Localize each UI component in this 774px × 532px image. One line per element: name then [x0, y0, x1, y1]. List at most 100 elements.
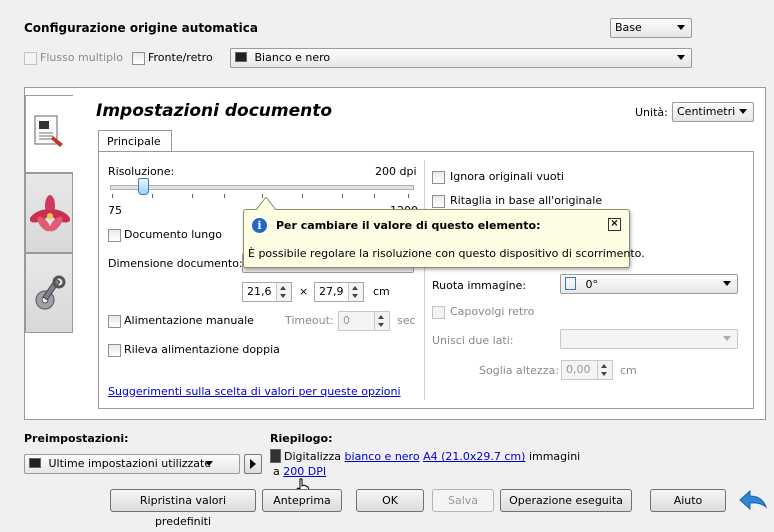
slider-thumb[interactable] [138, 178, 150, 195]
times-sign: × [299, 285, 309, 298]
slider-tick [152, 194, 153, 198]
ignora-vuoti-label: Ignora originali vuoti [450, 170, 564, 183]
document-settings-icon [34, 115, 63, 147]
height-spinner[interactable]: 27,9 [314, 282, 364, 302]
unit-label: Unità: [635, 106, 668, 119]
ok-button[interactable]: OK [356, 489, 424, 512]
capovolgi-label: Capovolgi retro [450, 305, 535, 318]
tab-principale[interactable]: Principale [98, 130, 172, 152]
summary-line1: Digitalizza bianco e nero A4 (21.0x29.7 … [284, 450, 580, 463]
anteprima-button[interactable]: Anteprima [262, 489, 342, 512]
info-icon: i [252, 218, 267, 233]
ruota-value: 0° [585, 278, 599, 291]
chevron-down-icon [205, 461, 213, 466]
rotate-icon [565, 277, 576, 290]
back-arrow-icon[interactable] [738, 489, 768, 513]
tooltip-body: È possibile regolare la risoluzione con … [248, 247, 645, 260]
color-mode-value: Bianco e nero [254, 51, 331, 64]
slider-track [110, 185, 414, 190]
slider-tick [342, 194, 343, 198]
salva-button[interactable]: Salva [432, 489, 494, 512]
capovolgi-checkbox[interactable] [432, 306, 445, 319]
summary-color-link[interactable]: bianco e nero [345, 450, 420, 463]
tab-tools[interactable] [25, 253, 73, 333]
profile-select[interactable]: Base [610, 18, 692, 38]
height-value: 27,9 [319, 285, 344, 298]
spin-arrows-icon[interactable] [597, 361, 612, 379]
timeout-unit: sec [397, 314, 416, 327]
soglia-unit: cm [620, 364, 637, 377]
width-value: 21,6 [247, 285, 272, 298]
profile-select-value: Base [615, 21, 642, 34]
ignora-vuoti-checkbox[interactable] [432, 171, 445, 184]
tab-principale-label: Principale [107, 135, 161, 148]
play-icon [250, 459, 256, 469]
summary-size-link[interactable]: A4 (21.0x29.7 cm) [423, 450, 525, 463]
spin-arrows-icon[interactable] [276, 283, 291, 301]
unit-select[interactable]: Centimetri [672, 102, 754, 122]
ritaglia-label: Ritaglia in base all'originale [450, 194, 603, 207]
tooltip-pointer [256, 197, 276, 211]
documento-lungo-label: Documento lungo [124, 228, 222, 241]
timeout-spinner[interactable]: 0 [338, 311, 390, 331]
preset-play-button[interactable] [244, 454, 262, 474]
alimentazione-manuale-checkbox[interactable] [108, 315, 121, 328]
color-mode-select[interactable]: Bianco e nero [230, 48, 692, 68]
fronte-retro-label: Fronte/retro [148, 51, 213, 64]
slider-tick [224, 194, 225, 198]
preset-value: Ultime impostazioni utilizzate [48, 457, 212, 470]
suggerimenti-link[interactable]: Suggerimenti sulla scelta di valori per … [108, 385, 401, 398]
summary-mid: immagini [528, 450, 581, 463]
summary-line2: a 200 DPI [273, 465, 326, 478]
ritaglia-checkbox[interactable] [432, 195, 445, 208]
ripristina-button[interactable]: Ripristina valori predefiniti [110, 489, 256, 528]
dimensione-label: Dimensione documento: [108, 257, 243, 270]
documento-lungo-checkbox[interactable] [108, 229, 121, 242]
size-unit: cm [373, 285, 390, 298]
preset-select[interactable]: Ultime impostazioni utilizzate [24, 454, 240, 474]
flusso-multiplo-label: Flusso multiplo [40, 51, 123, 64]
chevron-down-icon [677, 55, 685, 60]
operazione-button[interactable]: Operazione eseguita [500, 489, 632, 512]
riepilogo-label: Riepilogo: [270, 432, 333, 445]
rileva-doppia-checkbox[interactable] [108, 344, 121, 357]
unit-select-value: Centimetri [677, 105, 736, 118]
rileva-doppia-label: Rileva alimentazione doppia [124, 343, 280, 356]
slider-tick [408, 194, 409, 198]
unisci-select[interactable] [560, 329, 738, 349]
column-divider [424, 160, 425, 400]
chevron-down-icon [723, 336, 731, 341]
source-title: Configurazione origine automatica [24, 21, 258, 35]
slider-tick [374, 194, 375, 198]
panel-title: Impostazioni documento [96, 101, 333, 121]
timeout-value: 0 [343, 314, 350, 327]
alimentazione-manuale-label: Alimentazione manuale [124, 314, 254, 327]
width-spinner[interactable]: 21,6 [242, 282, 292, 302]
tab-image[interactable] [25, 173, 73, 253]
summary-icon [270, 449, 281, 463]
soglia-value: 0,00 [566, 363, 591, 376]
tab-document[interactable] [25, 95, 73, 173]
ruota-label: Ruota immagine: [432, 279, 527, 292]
flower-icon [30, 195, 70, 232]
soglia-spinner[interactable]: 0,00 [561, 360, 613, 380]
summary-dpi-link[interactable]: 200 DPI [283, 465, 326, 478]
aiuto-button[interactable]: Aiuto [650, 489, 726, 512]
summary-prefix: Digitalizza [284, 450, 342, 463]
spin-arrows-icon[interactable] [374, 312, 389, 330]
slider-tick [302, 194, 303, 198]
fronte-retro-checkbox[interactable] [132, 52, 145, 65]
preset-icon [29, 458, 41, 468]
tooltip-title: Per cambiare il valore di questo element… [276, 219, 541, 232]
flusso-multiplo-checkbox[interactable] [24, 52, 37, 65]
close-icon[interactable]: × [608, 218, 621, 231]
summary-a: a [273, 465, 280, 478]
slider-tick [192, 194, 193, 198]
spin-arrows-icon[interactable] [348, 283, 363, 301]
unisci-label: Unisci due lati: [432, 334, 514, 347]
ruota-select[interactable]: 0° [560, 274, 738, 294]
soglia-label: Soglia altezza: [479, 364, 559, 377]
tools-icon [35, 275, 66, 310]
chevron-down-icon [723, 281, 731, 286]
preimpostazioni-label: Preimpostazioni: [24, 432, 129, 445]
